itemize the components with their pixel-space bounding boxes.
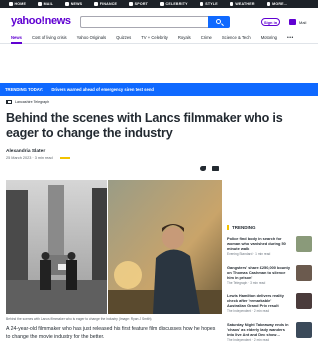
nav-tab-label: Yahoo Originals: [76, 35, 107, 40]
nav-tab-label: Quizzes: [116, 35, 132, 40]
nav-tab-tv-celebrity[interactable]: TV + Celebrity: [141, 32, 168, 44]
topbar-item-weather[interactable]: WEATHER: [225, 2, 260, 6]
sport-icon: [129, 2, 133, 6]
article-photo-bw: [6, 180, 107, 314]
topbar-item-finance[interactable]: FINANCE: [89, 2, 122, 6]
section-nav: News Cost of living crisis Yahoo Originals…: [0, 32, 318, 44]
trending-item-source: The Independent · 2 min read: [227, 338, 269, 342]
nav-tab-motoring[interactable]: Motoring: [261, 32, 277, 44]
trending-today-label: TRENDING TODAY:: [5, 87, 44, 92]
nav-tab-label: Crime: [200, 35, 212, 40]
nav-tab-cost-of-living-crisis[interactable]: Cost of living crisis: [32, 32, 67, 44]
trending-item[interactable]: Police find body in search for woman who…: [227, 236, 315, 256]
weather-icon: [229, 2, 234, 6]
article-body: A 24-year-old filmmaker who has just rel…: [6, 326, 216, 340]
article-source[interactable]: Lancashire Telegraph: [6, 100, 49, 104]
trending-item-source: The Telegraph · 3 min read: [227, 281, 266, 285]
source-logo-icon: [6, 100, 12, 104]
mail-icon[interactable]: [289, 19, 296, 25]
topbar-label: NEWS: [70, 2, 83, 6]
search-input[interactable]: [80, 16, 208, 28]
email-share-icon[interactable]: [212, 165, 219, 171]
nav-more-button[interactable]: •••: [287, 35, 294, 41]
nav-tab-label: Science & Tech: [221, 35, 251, 40]
nav-tab-label: TV + Celebrity: [141, 35, 168, 40]
topbar-label: MAIL: [43, 2, 54, 6]
topbar-label: SPORT: [134, 2, 149, 6]
topbar-label: CELEBRITY: [165, 2, 188, 6]
topbar-item-news[interactable]: NEWS: [60, 2, 87, 6]
nav-tab-yahoo-originals[interactable]: Yahoo Originals: [77, 32, 106, 44]
article-title: Behind the scenes with Lancs filmmaker w…: [6, 111, 283, 140]
nav-tab-news[interactable]: News: [11, 32, 22, 44]
topbar-item-sport[interactable]: SPORT: [124, 2, 153, 6]
trending-item-title: Gangsters' share £250,000 bounty on Thom…: [227, 265, 290, 280]
trending-label: TRENDING: [232, 225, 256, 230]
trending-icon: [227, 225, 229, 230]
nav-tab-science-tech[interactable]: Science & Tech: [222, 32, 251, 44]
search-icon: [216, 18, 221, 24]
trending-item-thumbnail: [296, 265, 312, 281]
topbar-item-more[interactable]: MORE...: [262, 2, 293, 6]
trending-item-thumbnail: [296, 293, 312, 309]
trending-today-headline[interactable]: Drivers warned ahead of emergency siren …: [51, 87, 154, 92]
trending-item[interactable]: Saturday Night Takeaway ends in 'chaos' …: [227, 322, 315, 342]
topbar-item-celebrity[interactable]: CELEBRITY: [155, 2, 193, 6]
trending-item-title: Lewis Hamilton delivers reality check af…: [227, 293, 284, 308]
news-icon: [65, 2, 69, 6]
top-bar: HOME MAIL NEWS FINANCE SPORT CELEBRITY STYLE WE…: [0, 0, 318, 8]
trending-item[interactable]: Gangsters' share £250,000 bounty on Thom…: [227, 265, 315, 285]
finance-icon: [94, 2, 98, 6]
topbar-label: FINANCE: [99, 2, 118, 6]
article-date: 25 March 2023 · 3 min read: [6, 156, 53, 160]
trending-item-source: Evening Standard · 1 min read: [227, 252, 271, 256]
search-button[interactable]: [208, 16, 230, 28]
mail-link[interactable]: Mail: [299, 20, 306, 25]
topbar-item-style[interactable]: STYLE: [195, 2, 223, 6]
trending-today-bar[interactable]: TRENDING TODAY: Drivers warned ahead of …: [0, 83, 318, 96]
trending-item[interactable]: Lewis Hamilton delivers reality check af…: [227, 293, 315, 313]
nav-tab-royals[interactable]: Royals: [178, 32, 191, 44]
trending-item-title: Saturday Night Takeaway ends in 'chaos' …: [227, 322, 289, 337]
nav-tab-label: Motoring: [260, 35, 277, 40]
yahoo-news-logo[interactable]: yahoo!news: [11, 15, 71, 27]
sign-in-button[interactable]: Sign in: [261, 18, 280, 26]
trending-item-source: The Independent · 2 min read: [227, 309, 269, 313]
topbar-label: STYLE: [205, 2, 218, 6]
article-photo-color: [108, 180, 222, 314]
topbar-item-home[interactable]: HOME: [4, 2, 31, 6]
nav-tab-label: News: [11, 35, 22, 40]
nav-tab-label: Cost of living crisis: [31, 35, 67, 40]
source-name: Lancashire Telegraph: [15, 100, 50, 104]
header: yahoo!news Sign in Mail: [0, 8, 318, 32]
topbar-label: MORE...: [272, 2, 288, 6]
home-icon: [9, 2, 13, 6]
nav-tab-label: Royals: [177, 35, 191, 40]
article-meta: 25 March 2023 · 3 min read: [6, 156, 70, 160]
twitter-share-icon[interactable]: [199, 165, 206, 171]
nav-tab-quizzes[interactable]: Quizzes: [116, 32, 131, 44]
nav-tab-crime[interactable]: Crime: [201, 32, 212, 44]
style-icon: [199, 2, 204, 6]
mail-icon: [38, 2, 42, 6]
trending-item-thumbnail: [296, 322, 312, 338]
trending-item-thumbnail: [296, 236, 312, 252]
topbar-label: WEATHER: [235, 2, 255, 6]
photo-caption: Behind the scenes with Lancs filmmaker w…: [6, 317, 152, 321]
topbar-label: HOME: [14, 2, 27, 6]
trending-header: TRENDING: [227, 225, 256, 230]
article-author[interactable]: Alexandria Slater: [6, 149, 45, 154]
source-accent-bar: [59, 157, 70, 159]
topbar-item-mail[interactable]: MAIL: [33, 2, 58, 6]
more-icon: [266, 2, 271, 6]
celebrity-icon: [160, 2, 164, 6]
trending-item-title: Police find body in search for woman who…: [227, 236, 286, 251]
